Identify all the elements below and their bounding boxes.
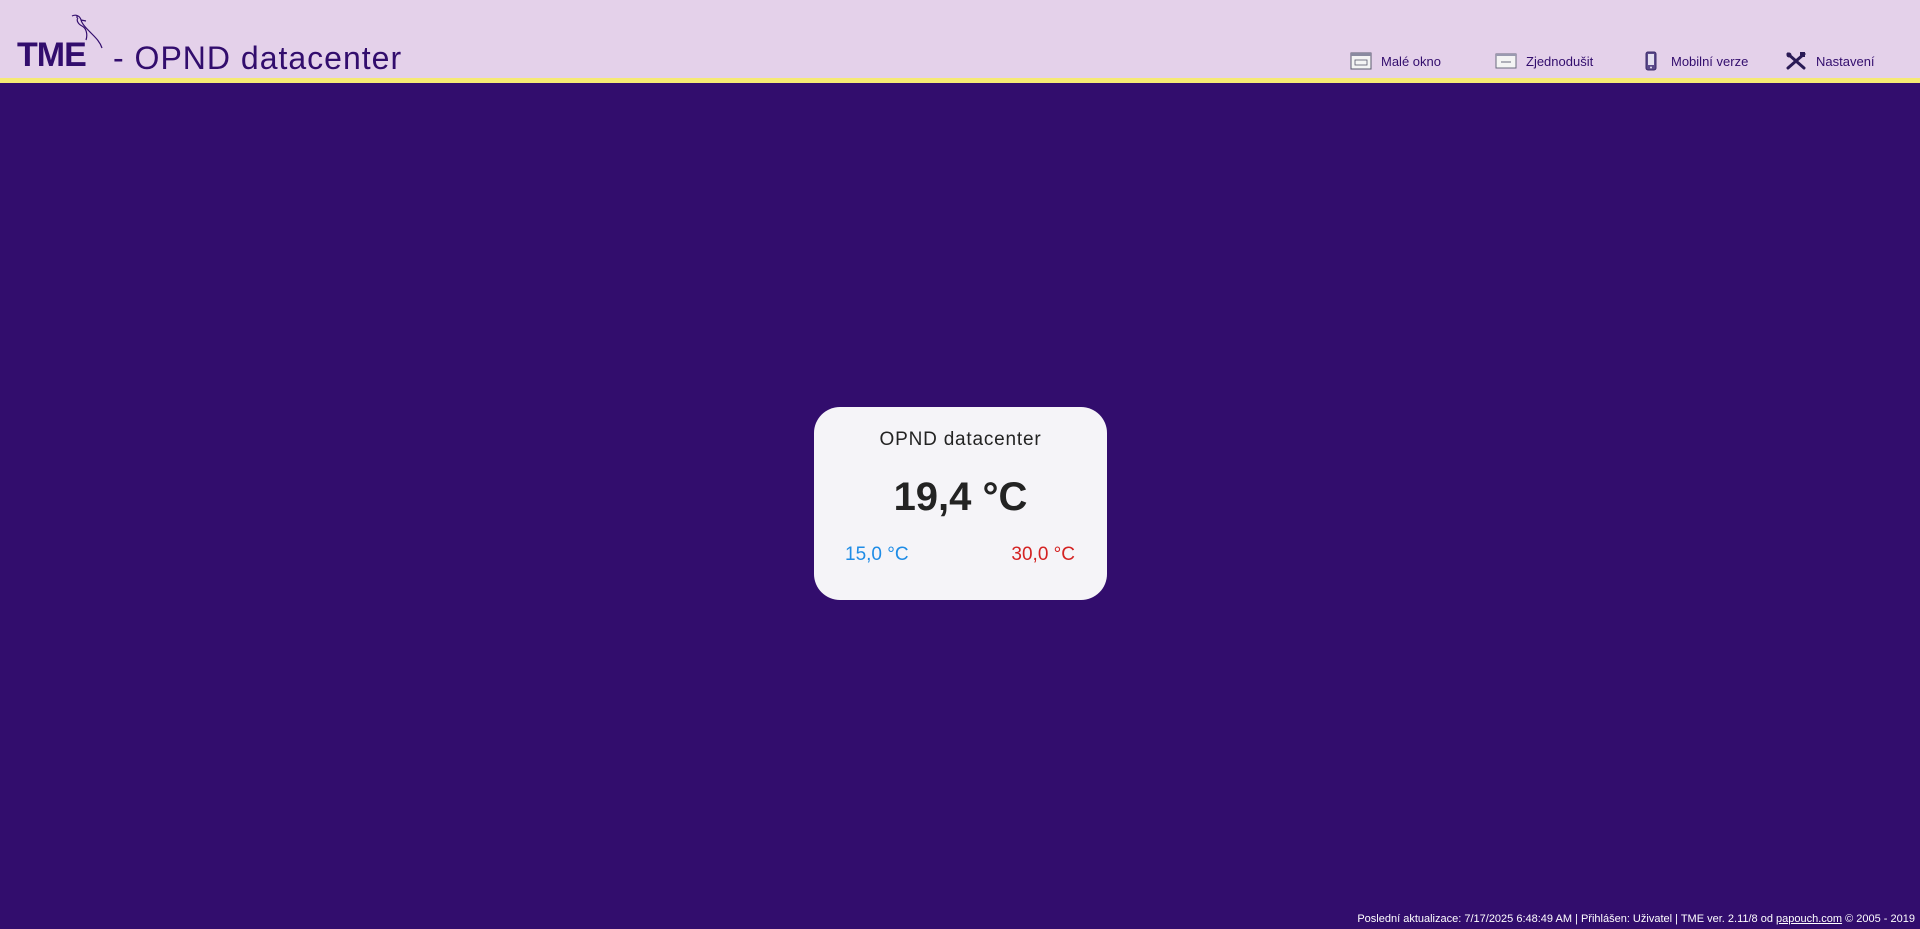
footer-status: Poslední aktualizace: 7/17/2025 6:48:49 … [1357,913,1915,925]
nav-small-window[interactable]: Malé okno [1350,50,1441,72]
sensor-card[interactable]: OPND datacenter 19,4 °C 15,0 °C 30,0 °C [814,407,1107,600]
simplify-icon [1495,53,1517,69]
small-window-icon [1350,52,1372,70]
nav-mobile[interactable]: Mobilní verze [1640,50,1748,72]
settings-tools-icon [1786,52,1806,70]
footer-copyright: © 2005 - 2019 [1842,913,1915,925]
sensor-min-limit: 15,0 °C [845,544,909,565]
nav-label: Malé okno [1381,53,1441,69]
nav-label: Nastavení [1816,53,1875,69]
nav-settings[interactable]: Nastavení [1785,50,1875,72]
header: TME - OPND datacenter Malé okno Zjednodu… [0,0,1920,83]
sensor-max-limit: 30,0 °C [1011,544,1075,565]
nav-label: Zjednodušit [1526,53,1594,69]
footer-text: Poslední aktualizace: 7/17/2025 6:48:49 … [1357,913,1777,925]
papouch-link[interactable]: papouch.com [1776,913,1842,925]
bird-icon [71,14,103,49]
mobile-icon [1645,51,1657,71]
page-title: - OPND datacenter [113,40,403,76]
sensor-value: 19,4 °C [893,475,1028,519]
sensor-name: OPND datacenter [879,429,1042,450]
tme-logo: TME [16,12,106,74]
nav-simplify[interactable]: Zjednodušit [1495,50,1593,72]
nav-label: Mobilní verze [1671,53,1749,69]
